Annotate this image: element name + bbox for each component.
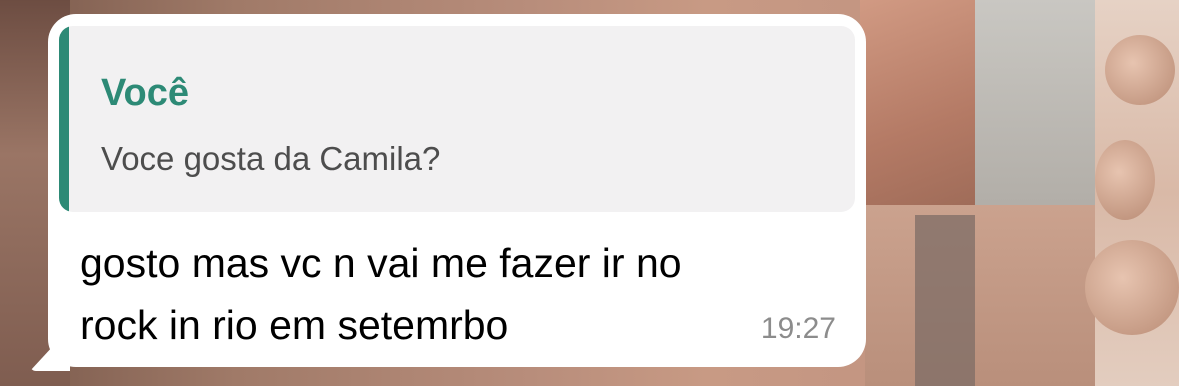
wallpaper-photo-jacket — [860, 0, 980, 210]
message-text: gosto mas vc n vai me fazer ir no rock i… — [80, 232, 800, 356]
message-line: rock in rio em setemrbo — [80, 302, 509, 348]
wallpaper-macaron — [1095, 140, 1155, 220]
wallpaper-macaron — [1085, 240, 1179, 335]
wallpaper-photo-bottom — [865, 205, 1095, 386]
wallpaper-photo-shadow — [915, 215, 975, 386]
message-timestamp: 19:27 — [760, 312, 836, 345]
wallpaper-photo-grey — [975, 0, 1095, 205]
wallpaper-macaron — [1105, 35, 1175, 105]
message-bubble[interactable]: Você Voce gosta da Camila? gosto mas vc … — [48, 14, 866, 367]
quoted-message[interactable]: Você Voce gosta da Camila? — [59, 26, 855, 212]
message-line: gosto mas vc n vai me fazer ir no — [80, 240, 682, 286]
quoted-text: Voce gosta da Camila? — [101, 140, 441, 177]
quote-accent-bar — [59, 26, 69, 212]
quoted-author: Você — [101, 72, 190, 114]
